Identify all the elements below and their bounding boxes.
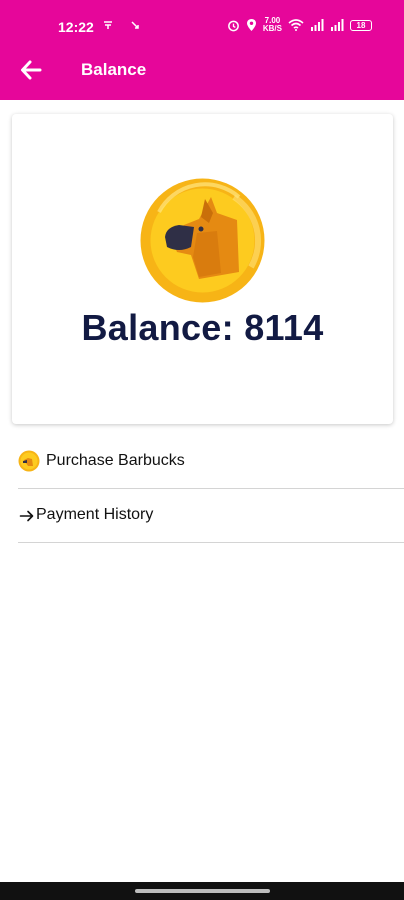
wifi-icon [288,19,304,31]
home-indicator[interactable] [135,889,270,893]
toolbar: Balance [0,50,404,100]
app-header: 12:22 7.00 KB/S 18 Balance [0,0,404,100]
menu-list: Purchase Barbucks Payment History [18,435,404,543]
status-bar: 12:22 7.00 KB/S 18 [0,0,404,50]
network-speed-unit: KB/S [262,24,282,33]
purchase-barbucks-label: Purchase Barbucks [46,452,185,469]
notification-icons [103,19,140,31]
battery-icon: 18 [350,19,372,31]
signal-icon [311,19,324,31]
payment-history-label: Payment History [36,506,154,523]
status-right-icons: 7.00 KB/S 18 [227,17,372,33]
arrow-left-icon [21,60,42,80]
signal-icon-2 [331,19,344,31]
page-title: Balance [81,60,147,79]
purchase-barbucks-item[interactable]: Purchase Barbucks [18,435,404,489]
back-button[interactable] [18,56,48,86]
balance-amount: Balance: 8114 [81,307,324,348]
arrow-right-icon [19,510,34,522]
balance-card: Balance: 8114 [12,114,393,424]
location-icon [246,19,256,31]
send-icon [131,21,139,29]
notification-icon [104,21,112,30]
coin-icon [18,450,40,472]
status-time: 12:22 [58,19,94,35]
system-nav-bar [0,882,404,900]
payment-history-item[interactable]: Payment History [18,489,404,543]
dog-coin-icon [140,178,265,303]
alarm-icon [227,20,239,31]
network-speed: 7.00 KB/S [263,17,282,33]
